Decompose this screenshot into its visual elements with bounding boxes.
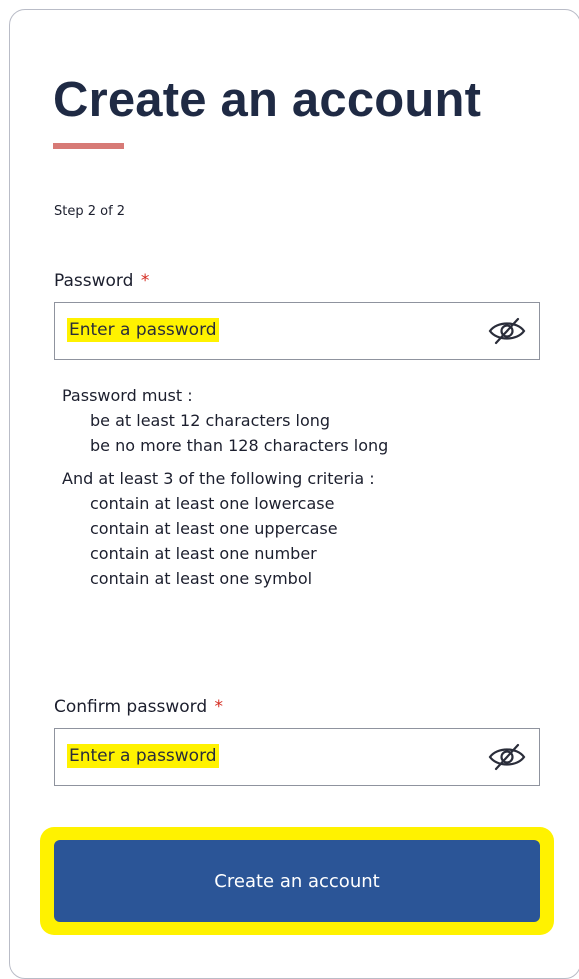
confirm-password-label-text: Confirm password	[54, 697, 208, 717]
criteria-intro: And at least 3 of the following criteria…	[62, 469, 375, 488]
confirm-password-placeholder: Enter a password	[67, 744, 219, 768]
required-marker: *	[140, 271, 150, 291]
eye-slash-icon[interactable]	[487, 317, 527, 345]
criteria-item: contain at least one lowercase	[90, 494, 335, 513]
confirm-password-input[interactable]: Enter a password	[54, 728, 540, 786]
requirements-intro: Password must :	[62, 386, 193, 405]
requirement-item: be no more than 128 characters long	[90, 436, 389, 455]
password-label-text: Password	[54, 271, 134, 291]
create-account-button[interactable]: Create an account	[54, 840, 540, 922]
title-underline	[53, 143, 124, 149]
confirm-password-label: Confirm password *	[54, 696, 223, 718]
password-placeholder: Enter a password	[67, 318, 219, 342]
password-requirements: Password must : be at least 12 character…	[62, 383, 388, 591]
password-label: Password *	[54, 270, 149, 292]
required-marker: *	[214, 697, 224, 717]
requirement-item: be at least 12 characters long	[90, 411, 331, 430]
password-input[interactable]: Enter a password	[54, 302, 540, 360]
page-title: Create an account	[53, 73, 482, 127]
criteria-item: contain at least one symbol	[90, 569, 313, 588]
step-indicator: Step 2 of 2	[54, 204, 126, 219]
eye-slash-icon[interactable]	[487, 743, 527, 771]
criteria-item: contain at least one number	[90, 544, 317, 563]
criteria-item: contain at least one uppercase	[90, 519, 338, 538]
